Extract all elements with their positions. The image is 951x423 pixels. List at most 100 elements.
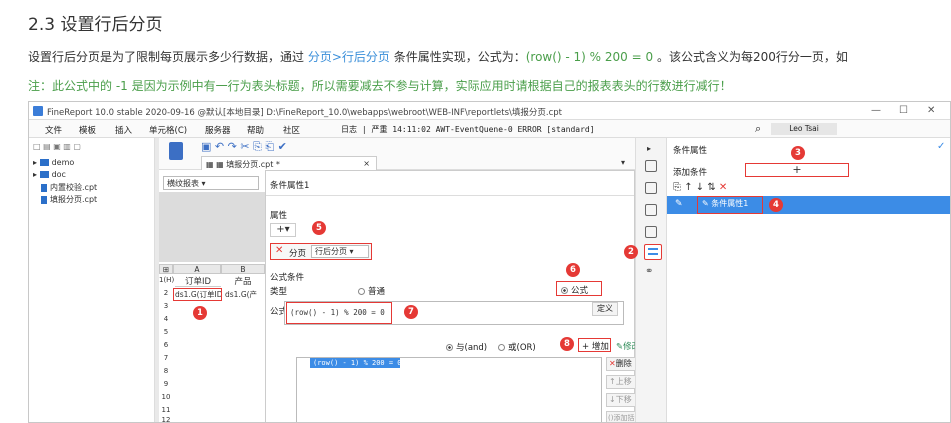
template-icon[interactable] bbox=[169, 142, 183, 160]
sort-icon[interactable]: ⇅ bbox=[707, 182, 715, 193]
define-button[interactable]: 定义 bbox=[592, 302, 618, 316]
row-number[interactable]: 11 bbox=[159, 406, 173, 414]
delete-button[interactable]: ✕删除 bbox=[606, 357, 636, 371]
para-text-b: 条件属性实现，公式为： bbox=[389, 50, 526, 64]
paging-link[interactable]: 分页>行后分页 bbox=[308, 50, 390, 64]
column-header-b[interactable]: B bbox=[221, 264, 265, 274]
radio-icon bbox=[498, 344, 505, 351]
check-icon[interactable]: ✓ bbox=[937, 141, 945, 152]
menu-template[interactable]: 模板 bbox=[79, 124, 96, 136]
tab-label: 填报分页.cpt * bbox=[226, 160, 280, 169]
row-number[interactable]: 9 bbox=[159, 380, 173, 388]
type-formula-radio[interactable]: 公式 bbox=[556, 281, 602, 296]
step-badge-2: 2 bbox=[624, 245, 638, 259]
window-titlebar: FineReport 10.0 stable 2020-09-16 @默认[本地… bbox=[29, 102, 950, 120]
row-number[interactable]: 8 bbox=[159, 367, 173, 375]
cell-a1[interactable]: 订单ID bbox=[175, 275, 221, 287]
sheet-type-select[interactable]: 横纹报表 ▾ bbox=[163, 176, 259, 190]
step-badge-8: 8 bbox=[560, 337, 574, 351]
row-number[interactable]: 1(H) bbox=[159, 276, 174, 284]
row-number[interactable]: 3 bbox=[159, 302, 173, 310]
condition-toolbar[interactable]: ⎘ ↑ ↓ ⇅ ✕ bbox=[673, 182, 727, 193]
file-label: 填报分页.cpt bbox=[50, 195, 98, 204]
link-icon[interactable]: ⚭ bbox=[645, 266, 653, 277]
attribute-label: 属性 bbox=[270, 211, 288, 221]
tab-close-icon[interactable]: × bbox=[363, 159, 370, 168]
row-number[interactable]: 10 bbox=[159, 393, 173, 401]
menu-help[interactable]: 帮助 bbox=[247, 124, 264, 136]
arrow-down-icon[interactable]: ↓ bbox=[696, 182, 704, 193]
close-icon[interactable]: ✕ bbox=[927, 105, 935, 116]
cell-b1[interactable]: 产品 bbox=[223, 275, 263, 287]
delete-label: 删除 bbox=[615, 359, 632, 368]
type-formula-label: 公式 bbox=[571, 286, 589, 296]
minimize-icon[interactable]: — bbox=[871, 105, 881, 116]
tree-folder-doc[interactable]: ▸ doc bbox=[33, 170, 66, 179]
condition-attr-icon[interactable] bbox=[644, 244, 662, 260]
move-up-button[interactable]: ↑上移 bbox=[606, 375, 636, 389]
row-number[interactable]: 2 bbox=[159, 289, 173, 297]
finereport-logo-icon bbox=[33, 106, 43, 116]
copy-icon[interactable]: ⎘ bbox=[673, 182, 681, 193]
toolbar-icons[interactable]: ▣ ↶ ↷ ✂ ⎘ ⎗ ✔ bbox=[201, 140, 287, 154]
user-badge[interactable]: Leo Tsai bbox=[771, 123, 837, 135]
add-condition-button[interactable]: + 增加 bbox=[578, 338, 611, 352]
tree-folder-demo[interactable]: ▸ demo bbox=[33, 158, 74, 167]
add-condition-plus-button[interactable]: + bbox=[745, 163, 849, 177]
menu-cell[interactable]: 单元格(C) bbox=[149, 124, 187, 136]
attribute-add-button[interactable]: +▾ bbox=[270, 223, 296, 237]
tab-template[interactable]: ▦ ▦ 填报分页.cpt * × bbox=[201, 156, 377, 170]
sheet-type-value: 横纹报表 bbox=[167, 179, 199, 188]
para-text-a: 设置行后分页是为了限制每页展示多少行数据，通过 bbox=[28, 50, 308, 64]
note-paragraph: 注：此公式中的 -1 是因为示例中有一行为表头标题，所以需要减去不参与计算，实际… bbox=[28, 79, 732, 93]
cell-a2-selected[interactable]: ds1.G(订单ID) bbox=[173, 288, 222, 301]
folder-label: demo bbox=[51, 158, 75, 167]
tree-toolbar-icons[interactable]: □ ▤ ▣ ▥ ▢ bbox=[33, 142, 81, 151]
cell-b2[interactable]: ds1.G(产 bbox=[225, 289, 265, 301]
tree-file-1[interactable]: 内置校验.cpt bbox=[41, 182, 97, 193]
file-label: 内置校验.cpt bbox=[50, 183, 98, 192]
maximize-icon[interactable]: ☐ bbox=[899, 105, 908, 116]
radio-checked-icon bbox=[446, 344, 453, 351]
paging-label: 分页 bbox=[289, 249, 307, 259]
folder-icon bbox=[39, 171, 49, 178]
remove-icon[interactable]: ✕ bbox=[275, 245, 283, 256]
arrow-down-icon: ↓ bbox=[609, 395, 616, 404]
formula-input[interactable]: (row() - 1) % 200 = 0 bbox=[286, 302, 392, 324]
row-number[interactable]: 5 bbox=[159, 328, 173, 336]
row-number[interactable]: 6 bbox=[159, 341, 173, 349]
paging-attribute-row: ✕ 分页 行后分页 ▾ bbox=[270, 243, 372, 260]
delete-icon[interactable]: ✕ bbox=[719, 182, 727, 193]
frame-icon[interactable] bbox=[645, 226, 657, 238]
widget-icon[interactable] bbox=[645, 182, 657, 194]
arrow-up-icon[interactable]: ↑ bbox=[684, 182, 692, 193]
menu-community[interactable]: 社区 bbox=[283, 124, 300, 136]
tree-file-2[interactable]: 填报分页.cpt bbox=[41, 194, 97, 205]
file-icon bbox=[41, 183, 47, 192]
condition-list-item[interactable]: (row() - 1) % 200 = 0 bbox=[310, 358, 402, 368]
row-number[interactable]: 4 bbox=[159, 315, 173, 323]
tab-menu-icon[interactable]: ▾ bbox=[621, 158, 625, 167]
paging-select[interactable]: 行后分页 ▾ bbox=[311, 245, 369, 258]
type-normal-radio[interactable]: 普通 bbox=[358, 285, 385, 297]
radio-icon bbox=[358, 288, 365, 295]
delete-icon: ✕ bbox=[609, 359, 616, 368]
row-number[interactable]: 7 bbox=[159, 354, 173, 362]
cell-attr-icon[interactable] bbox=[645, 160, 657, 172]
row-number[interactable]: 12 bbox=[159, 416, 173, 422]
plus-icon: + bbox=[276, 224, 285, 235]
search-icon[interactable]: ⌕ bbox=[755, 122, 761, 136]
condition-item[interactable]: ✎ 条件属性1 bbox=[697, 196, 763, 214]
add-bracket-button[interactable]: ()添加括号 bbox=[606, 411, 641, 422]
collapse-arrow-icon[interactable]: ▸ bbox=[647, 144, 651, 153]
move-down-button[interactable]: ↓下移 bbox=[606, 393, 636, 407]
menu-bar: 文件 模板 插入 单元格(C) 服务器 帮助 社区 日志 | 严重 14:11:… bbox=[29, 120, 950, 138]
menu-server[interactable]: 服务器 bbox=[205, 124, 231, 136]
step-badge-3: 3 bbox=[791, 146, 805, 160]
and-radio[interactable]: 与(and) bbox=[446, 341, 487, 353]
menu-insert[interactable]: 插入 bbox=[115, 124, 132, 136]
or-radio[interactable]: 或(OR) bbox=[498, 341, 536, 353]
element-icon[interactable] bbox=[645, 204, 657, 216]
menu-file[interactable]: 文件 bbox=[45, 124, 62, 136]
column-header-a[interactable]: A bbox=[173, 264, 221, 274]
